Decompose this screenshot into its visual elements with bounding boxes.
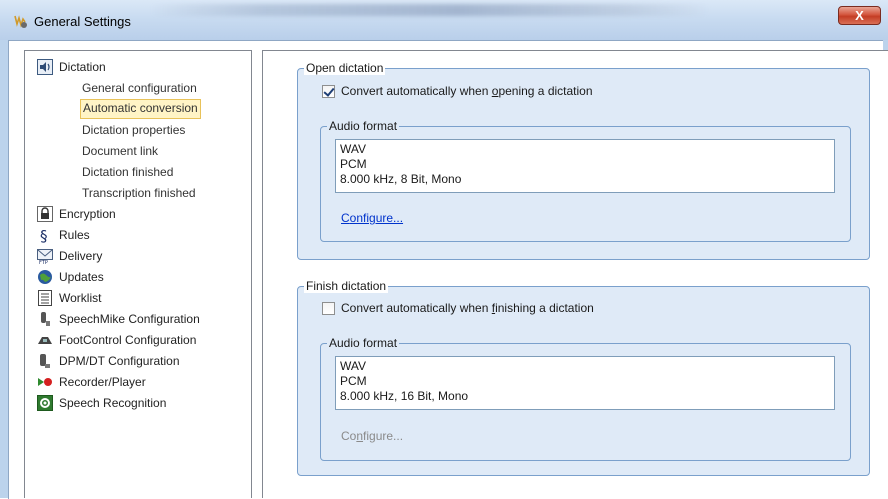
tree-child-dictation-properties[interactable]: Dictation properties	[80, 121, 187, 139]
microphone-icon	[41, 312, 50, 326]
window-title: General Settings	[34, 14, 131, 29]
recorder-device-icon	[40, 354, 50, 368]
tree-child-transcription-finished[interactable]: Transcription finished	[80, 184, 198, 202]
group-title: Open dictation	[304, 61, 386, 75]
tree-item-label: SpeechMike Configuration	[59, 312, 200, 326]
audio-format-display: WAV PCM 8.000 kHz, 16 Bit, Mono	[335, 356, 835, 410]
speech-recognition-icon	[37, 395, 53, 411]
tree-child-document-link[interactable]: Document link	[80, 142, 160, 160]
format-line: PCM	[340, 157, 367, 171]
audio-format-label: Audio format	[327, 336, 400, 350]
format-line: WAV	[340, 142, 366, 156]
tree-child-general-configuration[interactable]: General configuration	[80, 79, 199, 97]
footcontrol-icon	[38, 337, 52, 344]
tree-child-automatic-conversion[interactable]: Automatic conversion	[80, 99, 201, 119]
speaker-icon	[37, 59, 53, 75]
settings-panel: Open dictation Convert automatically whe…	[262, 50, 888, 498]
settings-tree[interactable]: Dictation General configuration Automati…	[24, 50, 252, 498]
tree-item-label: FootControl Configuration	[59, 333, 197, 347]
tree-item-label: Dictation	[59, 60, 106, 74]
close-button[interactable]: X	[838, 6, 881, 25]
record-play-icon	[38, 378, 52, 386]
globe-icon	[38, 270, 52, 284]
blurred-background-strip	[150, 4, 710, 16]
settings-window: General Settings X Dictation General con…	[0, 0, 888, 499]
format-line: 8.000 kHz, 16 Bit, Mono	[340, 389, 469, 403]
section-icon: §	[40, 227, 48, 243]
ftp-mail-icon: FTP	[37, 249, 53, 264]
audio-format-label: Audio format	[327, 119, 400, 133]
tree-child-dictation-finished[interactable]: Dictation finished	[80, 163, 175, 181]
configure-link-open[interactable]: Configure...	[341, 211, 403, 225]
svg-text:§: §	[40, 227, 48, 243]
tree-item-label: Delivery	[59, 249, 103, 263]
audio-format-display: WAV PCM 8.000 kHz, 8 Bit, Mono	[335, 139, 835, 193]
lock-icon	[37, 206, 53, 222]
audio-format-group: Audio format WAV PCM 8.000 kHz, 16 Bit, …	[320, 336, 851, 461]
list-icon	[38, 290, 52, 306]
tree-item-label: DPM/DT Configuration	[59, 354, 180, 368]
convert-on-finish-checkbox[interactable]	[322, 302, 335, 315]
configure-link-finish: Configure...	[341, 429, 404, 443]
convert-on-open-checkbox[interactable]	[322, 85, 335, 98]
tree-item-label: Worklist	[59, 291, 102, 305]
tree-item-label: Rules	[59, 228, 90, 242]
format-line: WAV	[340, 359, 366, 373]
app-microphone-icon	[14, 15, 27, 28]
title-bar[interactable]: General Settings X	[0, 0, 888, 40]
tree-item-label: Speech Recognition	[59, 396, 167, 410]
tree-item-label: Encryption	[59, 207, 116, 221]
convert-on-finish-label[interactable]: Convert automatically when finishing a d…	[341, 301, 594, 315]
group-title: Finish dictation	[304, 279, 389, 293]
format-line: 8.000 kHz, 8 Bit, Mono	[340, 172, 462, 186]
format-line: PCM	[340, 374, 367, 388]
finish-dictation-group: Finish dictation Convert automatically w…	[297, 279, 870, 476]
tree-item-label: Recorder/Player	[59, 375, 146, 389]
audio-format-group: Audio format WAV PCM 8.000 kHz, 8 Bit, M…	[320, 119, 851, 242]
svg-text:FTP: FTP	[39, 260, 48, 264]
tree-item-label: Updates	[59, 270, 104, 284]
open-dictation-group: Open dictation Convert automatically whe…	[297, 61, 870, 260]
convert-on-open-label[interactable]: Convert automatically when opening a dic…	[341, 84, 593, 98]
